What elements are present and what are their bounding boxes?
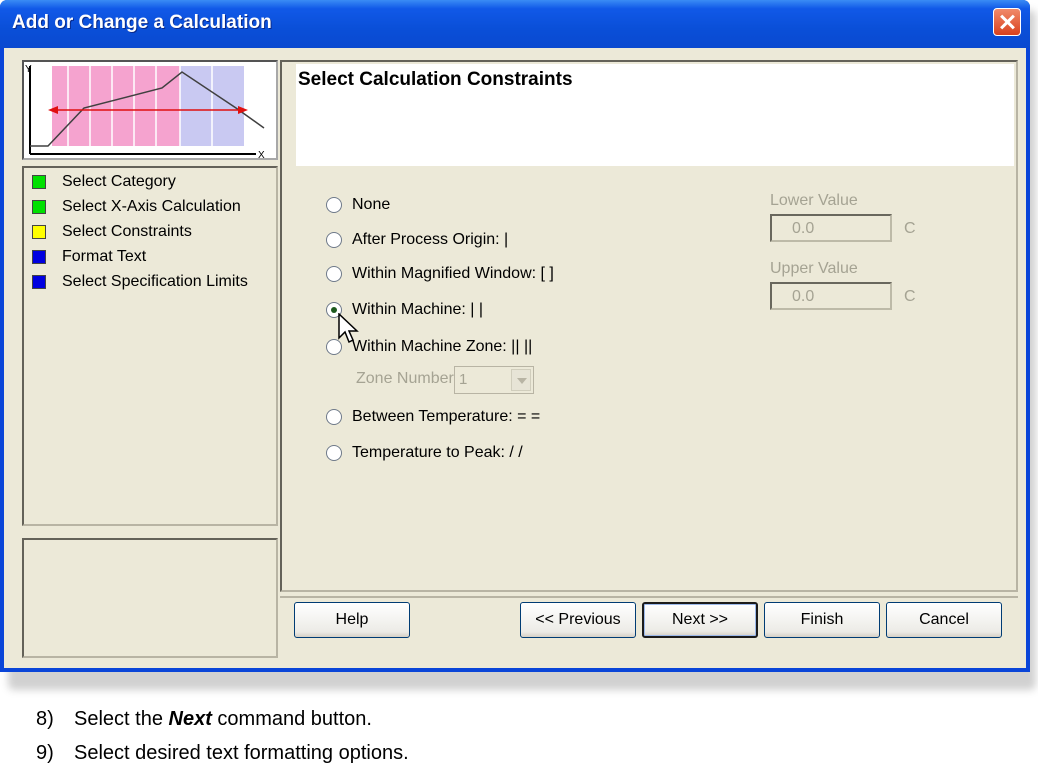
lower-value-label: Lower Value [770, 192, 858, 209]
instruction-number: 8) [36, 708, 54, 730]
wizard-steps-list: Select Category Select X-Axis Calculatio… [22, 166, 278, 526]
close-icon[interactable] [993, 8, 1021, 36]
preview-graph: Y X [25, 64, 265, 161]
step-status-icon [32, 275, 46, 289]
step-status-icon [32, 225, 46, 239]
step-label: Select Category [62, 173, 176, 190]
radio-label: Temperature to Peak: / / [352, 444, 523, 461]
lower-value-field[interactable]: 0.0 [770, 214, 892, 242]
upper-value-field[interactable]: 0.0 [770, 282, 892, 310]
instruction-text: command button. [211, 708, 372, 730]
radio-label: Within Magnified Window: [ ] [352, 265, 554, 282]
page-title: Select Calculation Constraints [298, 69, 573, 90]
info-panel [22, 538, 278, 658]
radio-within-magnified-window[interactable]: Within Magnified Window: [ ] [326, 263, 554, 285]
preview-y-label: Y [25, 64, 32, 75]
radio-temperature-to-peak[interactable]: Temperature to Peak: / / [326, 442, 523, 464]
step-select-x-axis-calculation[interactable]: Select X-Axis Calculation [32, 197, 241, 217]
panel-header: Select Calculation Constraints [296, 64, 1014, 166]
radio-button-icon[interactable] [326, 445, 342, 461]
radio-button-icon[interactable] [326, 409, 342, 425]
radio-label: Between Temperature: = = [352, 408, 541, 425]
instruction-step-9: 9) Select desired text formatting options… [36, 742, 409, 765]
instruction-text: Select the [74, 708, 169, 730]
radio-label: None [352, 196, 391, 213]
dialog-window: Add or Change a Calculation Y X Select C… [0, 0, 1030, 672]
radio-button-icon[interactable] [326, 232, 342, 248]
dialog-client: Y X Select Category Select X-Axis Calcul… [4, 48, 1026, 668]
step-status-icon [32, 175, 46, 189]
previous-button[interactable]: << Previous [520, 602, 636, 638]
radio-label: Within Machine Zone: || || [352, 338, 533, 355]
help-button[interactable]: Help [294, 602, 410, 638]
next-button[interactable]: Next >> [642, 602, 758, 638]
zone-number-label: Zone Number [356, 370, 454, 387]
instruction-emphasis: Next [168, 708, 212, 730]
step-format-text[interactable]: Format Text [32, 247, 146, 267]
instruction-text: Select desired text formatting options. [74, 742, 409, 764]
step-label: Select Constraints [62, 223, 192, 240]
title-bar[interactable]: Add or Change a Calculation [0, 0, 1030, 48]
zone-number-value: 1 [459, 371, 468, 388]
upper-value-label: Upper Value [770, 260, 858, 277]
instruction-step-8: 8) Select the Next command button. [36, 708, 372, 731]
step-label: Select Specification Limits [62, 273, 248, 290]
step-status-icon [32, 200, 46, 214]
radio-none[interactable]: None [326, 194, 390, 216]
step-label: Select X-Axis Calculation [62, 198, 241, 215]
radio-label: Within Machine: | | [352, 301, 484, 318]
zone-number-select[interactable]: 1 [454, 366, 534, 394]
radio-button-icon[interactable] [326, 197, 342, 213]
upper-value-unit: C [904, 288, 916, 305]
preview-pink-region [52, 66, 180, 146]
step-select-category[interactable]: Select Category [32, 172, 176, 192]
calculation-preview: Y X [22, 60, 278, 161]
step-select-constraints[interactable]: Select Constraints [32, 222, 192, 242]
radio-button-icon[interactable] [326, 266, 342, 282]
cancel-button[interactable]: Cancel [886, 602, 1002, 638]
finish-button[interactable]: Finish [764, 602, 880, 638]
lower-value-unit: C [904, 220, 916, 237]
mouse-cursor-icon [338, 313, 359, 344]
radio-label: After Process Origin: | [352, 231, 509, 248]
radio-between-temperature[interactable]: Between Temperature: = = [326, 406, 540, 428]
step-label: Format Text [62, 248, 147, 265]
instruction-number: 9) [36, 742, 54, 764]
preview-x-label: X [258, 150, 265, 158]
step-select-specification-limits[interactable]: Select Specification Limits [32, 272, 248, 292]
chevron-down-icon[interactable] [511, 369, 531, 391]
step-status-icon [32, 250, 46, 264]
window-title: Add or Change a Calculation [12, 12, 272, 33]
constraints-panel: Select Calculation Constraints None Afte… [280, 60, 1018, 592]
radio-after-process-origin[interactable]: After Process Origin: | [326, 229, 508, 251]
